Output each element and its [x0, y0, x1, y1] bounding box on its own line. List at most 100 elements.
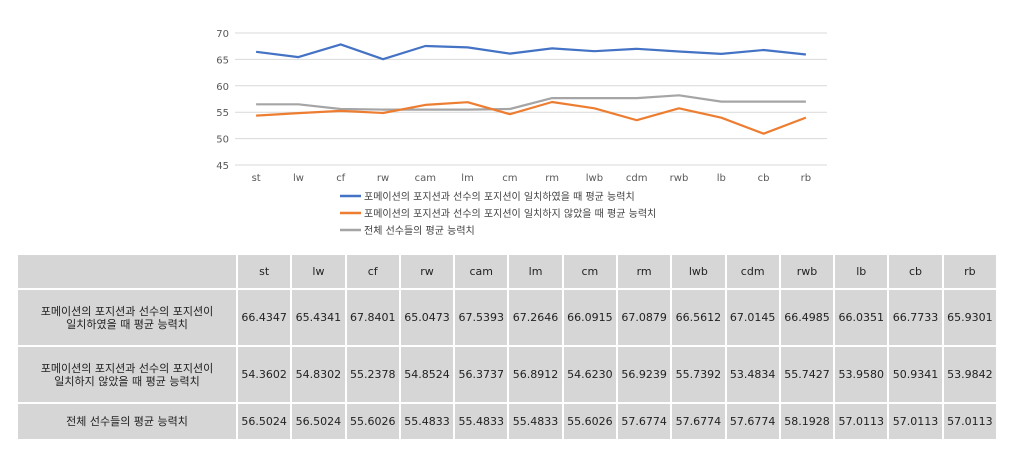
column-header: cam [455, 255, 508, 288]
row-label: 전체 선수들의 평균 능력치 [18, 404, 236, 439]
table-cell: 53.9580 [835, 347, 888, 402]
table-row: 포메이션의 포지션과 선수의 포지션이 일치하였을 때 평균 능력치 66.4347… [18, 290, 996, 345]
row-label: 포메이션의 포지션과 선수의 포지션이 일치하였을 때 평균 능력치 [18, 290, 236, 345]
table-cell: 65.0473 [400, 290, 454, 345]
data-table: st lw cf rw cam lm cm rm lwb cdm rwb lb … [16, 253, 998, 441]
column-header: rb [943, 255, 996, 288]
table-cell: 55.2378 [346, 347, 399, 402]
table-cell: 55.7427 [780, 347, 834, 402]
table-cell: 50.9341 [889, 347, 942, 402]
table-cell: 66.4985 [780, 290, 834, 345]
row-label-line: 포메이션의 포지션과 선수의 포지션이 [40, 304, 214, 318]
table-corner-cell [18, 255, 236, 288]
table-cell: 67.2646 [509, 290, 562, 345]
x-tick-label: lwb [586, 173, 603, 184]
table-cell: 67.8401 [346, 290, 399, 345]
column-header: lm [509, 255, 562, 288]
y-tick-label: 50 [216, 135, 229, 146]
x-tick-label: st [252, 173, 261, 184]
column-header: lwb [672, 255, 725, 288]
x-tick-label: cam [415, 173, 436, 184]
table-cell: 57.6774 [672, 404, 725, 439]
x-tick-label: rwb [670, 173, 689, 184]
series-line-1 [255, 43, 807, 61]
table-cell: 56.3737 [455, 347, 508, 402]
x-tick-label: rw [377, 173, 389, 184]
legend-label: 전체 선수들의 평균 능력치 [364, 225, 475, 237]
x-axis-ticks: st lw cf rw cam lm cm rm lwb cdm rwb lb cb rb [252, 173, 812, 184]
table-cell: 54.6230 [563, 347, 616, 402]
table-row: 전체 선수들의 평균 능력치 56.5024 56.5024 55.6026 55.48… [18, 404, 996, 439]
table-cell: 57.0113 [835, 404, 888, 439]
table-cell: 65.9301 [943, 290, 996, 345]
table-cell: 53.9842 [943, 347, 996, 402]
column-header: cdm [726, 255, 779, 288]
y-tick-label: 45 [216, 161, 229, 172]
y-axis-ticks: 70 65 60 55 50 45 [216, 29, 229, 172]
column-header: rm [617, 255, 671, 288]
table-row: 포메이션의 포지션과 선수의 포지션이 일치하지 않았을 때 평균 능력치 54.3… [18, 347, 996, 402]
column-header: rw [400, 255, 454, 288]
table-cell: 56.9239 [617, 347, 671, 402]
table-cell: 67.0879 [617, 290, 671, 345]
table-cell: 66.4347 [238, 290, 291, 345]
table-cell: 66.7733 [889, 290, 942, 345]
column-header: rwb [780, 255, 834, 288]
table-cell: 67.5393 [455, 290, 508, 345]
legend: 포메이션의 포지션과 선수의 포지션이 일치하였을 때 평균 능력치포메이션의 … [340, 190, 656, 237]
table-cell: 55.4833 [509, 404, 562, 439]
table-cell: 57.0113 [889, 404, 942, 439]
table-cell: 66.0351 [835, 290, 888, 345]
line-chart: 70 65 60 55 50 45 st lw cf rw cam lm cm rm lwb cdm rwb l… [216, 29, 827, 237]
table-cell: 57.6774 [726, 404, 779, 439]
table-cell: 55.4833 [455, 404, 508, 439]
table-cell: 57.0113 [943, 404, 996, 439]
table-cell: 55.6026 [563, 404, 616, 439]
column-header: lw [292, 255, 345, 288]
table-cell: 66.5612 [672, 290, 725, 345]
table-cell: 66.0915 [563, 290, 616, 345]
row-label: 포메이션의 포지션과 선수의 포지션이 일치하지 않았을 때 평균 능력치 [18, 347, 236, 402]
table-cell: 67.0145 [726, 290, 779, 345]
column-header: st [238, 255, 291, 288]
column-header: cf [346, 255, 399, 288]
x-tick-label: cb [758, 173, 770, 184]
series-lines [255, 43, 807, 135]
x-tick-label: lw [293, 173, 304, 184]
row-label-line: 일치하지 않았을 때 평균 능력치 [54, 374, 200, 388]
y-tick-label: 70 [216, 29, 229, 40]
x-tick-label: rb [801, 173, 811, 184]
x-tick-label: cdm [626, 173, 648, 184]
table-cell: 58.1928 [780, 404, 834, 439]
table-cell: 54.8302 [292, 347, 345, 402]
table-cell: 55.4833 [400, 404, 454, 439]
x-tick-label: cm [502, 173, 517, 184]
legend-label: 포메이션의 포지션과 선수의 포지션이 일치하였을 때 평균 능력치 [364, 190, 635, 203]
table-cell: 56.5024 [238, 404, 291, 439]
table-cell: 65.4341 [292, 290, 345, 345]
table-cell: 54.3602 [238, 347, 291, 402]
table-cell: 56.5024 [292, 404, 345, 439]
table-cell: 53.4834 [726, 347, 779, 402]
table-header-row: st lw cf rw cam lm cm rm lwb cdm rwb lb … [18, 255, 996, 288]
table-cell: 56.8912 [509, 347, 562, 402]
table-cell: 54.8524 [400, 347, 454, 402]
y-tick-label: 65 [216, 55, 229, 66]
y-tick-label: 60 [216, 82, 229, 93]
x-tick-label: rm [545, 173, 559, 184]
x-tick-label: cf [336, 173, 345, 184]
row-label-line: 일치하였을 때 평균 능력치 [66, 317, 188, 331]
series-line-2 [256, 100, 807, 135]
row-label-line: 포메이션의 포지션과 선수의 포지션이 [40, 361, 214, 375]
column-header: cb [889, 255, 942, 288]
x-tick-label: lb [717, 173, 726, 184]
y-tick-label: 55 [216, 108, 229, 119]
x-tick-label: lm [461, 173, 474, 184]
row-label-line: 전체 선수들의 평균 능력치 [66, 415, 188, 428]
table-cell: 55.6026 [346, 404, 399, 439]
legend-label: 포메이션의 포지션과 선수의 포지션이 일치하지 않았을 때 평균 능력치 [364, 207, 656, 220]
column-header: lb [835, 255, 888, 288]
column-header: cm [563, 255, 616, 288]
table-cell: 57.6774 [617, 404, 671, 439]
table-cell: 55.7392 [672, 347, 725, 402]
